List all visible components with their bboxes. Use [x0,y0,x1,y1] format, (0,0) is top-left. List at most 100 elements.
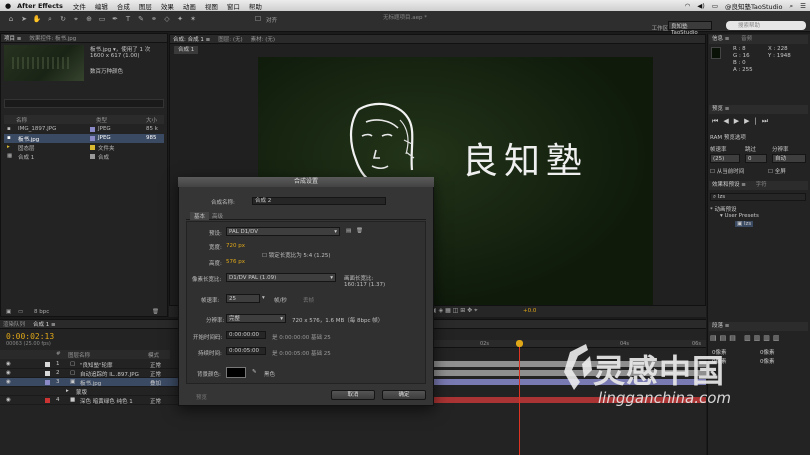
list-item[interactable]: ▸ 固态层 文件夹 [4,143,164,152]
menu-animation[interactable]: 动画 [183,1,196,11]
space-after[interactable]: 0像素 [760,357,775,365]
frame-rate-input[interactable]: 25 [226,294,260,303]
preview-resolution-select[interactable]: 自动 [772,154,806,163]
tree-user-presets[interactable]: ▾ User Presets [720,213,759,219]
expand-arrow-icon[interactable]: ▸ [66,388,69,394]
app-menu[interactable]: After Effects [17,2,63,10]
tab-audio[interactable]: 音频 [741,36,752,42]
background-color-swatch[interactable] [226,367,246,378]
list-item[interactable]: ▪ 板书.jpg JPEG 985 [4,134,164,143]
exposure-value[interactable]: +0.0 [523,308,536,314]
battery-icon[interactable]: ▭ [712,2,718,10]
visibility-eye-icon[interactable]: ◉ [6,370,11,376]
menu-file[interactable]: 文件 [73,1,86,11]
tab-footage[interactable]: 素材: (无) [251,35,275,43]
label-color-swatch[interactable] [90,154,95,159]
cancel-button[interactable]: 取消 [331,390,375,400]
width-value[interactable]: 720 px [226,243,245,249]
menu-window[interactable]: 窗口 [227,1,240,11]
last-frame-icon[interactable]: ⏭ [762,117,773,125]
label-color-swatch[interactable] [90,145,95,150]
start-timecode-input[interactable]: 0:00:00:00 [226,331,266,339]
visibility-eye-icon[interactable]: ◉ [6,379,11,385]
interpret-footage-icon[interactable]: ▣ [6,309,11,315]
height-value[interactable]: 576 px [226,259,245,265]
tab-basic[interactable]: 基本 [190,212,210,220]
preview-frame-rate-select[interactable]: (25) [710,154,740,163]
layer-label-color[interactable] [45,362,50,367]
paragraph-align-buttons[interactable]: ▤▤▤ ▥▥▥▥ [710,334,783,342]
volume-icon[interactable]: ◀) [697,2,705,10]
col-size[interactable]: 大小 [146,116,157,124]
preview-checkbox-label[interactable]: 预览 [196,393,207,401]
wifi-icon[interactable]: ◠ [685,2,691,10]
label-color-swatch[interactable] [90,136,95,141]
current-timecode[interactable]: 0:00:02:13 [6,332,54,341]
list-item[interactable]: ▪ IMG_1897.JPG JPEG 85 k [4,125,164,134]
menu-layer[interactable]: 图层 [139,1,152,11]
project-search-input[interactable] [4,99,164,108]
tab-project[interactable]: 项目 ≡ [4,34,21,42]
lock-aspect-checkbox[interactable]: ☐ 锁定长宽比为 5:4 (1.25) [262,251,331,259]
prev-frame-icon[interactable]: ◀ [723,117,733,125]
effects-search-input[interactable]: ⌕ lzs [710,193,806,201]
viewer-options-icons[interactable]: ▣ ◈ ▦ ◫ ⊞ ✥ ⌖ [431,307,478,315]
visibility-eye-icon[interactable]: ◉ [6,397,11,403]
help-search-input[interactable]: 搜索帮助 [726,21,806,30]
trash-icon[interactable]: 🗑 [152,309,159,315]
layer-label-color[interactable] [45,398,50,403]
tab-info[interactable]: 信息 ≡ [712,36,729,42]
playhead-handle[interactable] [516,340,523,347]
tab-composition[interactable]: 合成: 合成 1 ≡ [173,35,210,43]
play-icon[interactable]: ▶ [734,117,744,125]
apple-menu-icon[interactable]: ● [5,2,11,10]
workspace-select[interactable]: 良知塾TaoStudio [668,21,712,36]
menu-composition[interactable]: 合成 [117,1,130,11]
preview-skip-input[interactable]: 0 [745,154,767,163]
preset-select[interactable]: PAL D1/DV ▾ [226,227,340,236]
resolution-select[interactable]: 完整 ▾ [226,314,286,323]
pixel-aspect-select[interactable]: D1/DV PAL (1.09) ▾ [226,273,336,282]
tab-character[interactable]: 字符 [756,182,767,188]
tab-effect-controls[interactable]: 效果控件: 板书.jpg [29,34,76,42]
menu-edit[interactable]: 编辑 [95,1,108,11]
preview-panel-header[interactable]: 预览 ≡ [709,105,808,114]
frame-rate-dropdown-icon[interactable]: ▾ [262,295,265,301]
from-current-checkbox[interactable]: ☐ 从当前时间 [710,167,744,175]
layer-mode[interactable]: 正常 [150,370,161,378]
menu-view[interactable]: 视图 [205,1,218,11]
ram-preview-options[interactable]: RAM 预览选项 [710,133,746,141]
col-type[interactable]: 类型 [96,116,107,124]
layer-label-color[interactable] [45,380,50,385]
comp-name-input[interactable]: 合成 2 [252,197,386,205]
fullscreen-checkbox[interactable]: ☐ 全屏 [768,167,786,175]
save-preset-icon[interactable]: ▤ [346,228,351,234]
paragraph-panel-header[interactable]: 段落 ≡ [709,322,808,331]
spotlight-icon[interactable]: ⌕ [790,2,794,11]
playhead-line[interactable] [519,340,520,455]
col-mode[interactable]: 模式 [148,351,159,359]
menu-help[interactable]: 帮助 [249,1,262,11]
duration-input[interactable]: 0:00:05:00 [226,347,266,355]
tree-preset-lzs[interactable]: ▣ lzs [735,221,754,227]
col-name[interactable]: 名称 [16,116,27,124]
bpc-toggle[interactable]: 8 bpc [34,309,49,315]
tab-advanced[interactable]: 高级 [212,212,223,220]
drop-frame-select[interactable]: 丢帧 [303,296,314,304]
list-item[interactable]: ▦ 合成 1 合成 [4,152,164,161]
comp-breadcrumb[interactable]: 合成 1 [174,46,199,54]
tab-render-queue[interactable]: 渲染队列 [3,320,25,328]
tab-layer[interactable]: 图层: (无) [218,35,242,43]
tab-comp-1[interactable]: 合成 1 ≡ [33,320,56,328]
label-color-swatch[interactable] [90,127,95,132]
layer-mode[interactable]: 正常 [150,397,161,405]
menu-effect[interactable]: 效果 [161,1,174,11]
ok-button[interactable]: 确定 [382,390,426,400]
new-folder-icon[interactable]: ▭ [18,309,23,315]
next-frame-icon[interactable]: ▶| [744,117,762,125]
indent-right[interactable]: 0像素 [760,348,775,356]
layer-mode[interactable]: 叠加 [150,379,161,387]
delete-preset-icon[interactable]: 🗑 [356,228,363,234]
tree-animation-presets[interactable]: * 动画预设 [710,205,737,213]
first-frame-icon[interactable]: ⏮ [712,117,723,125]
